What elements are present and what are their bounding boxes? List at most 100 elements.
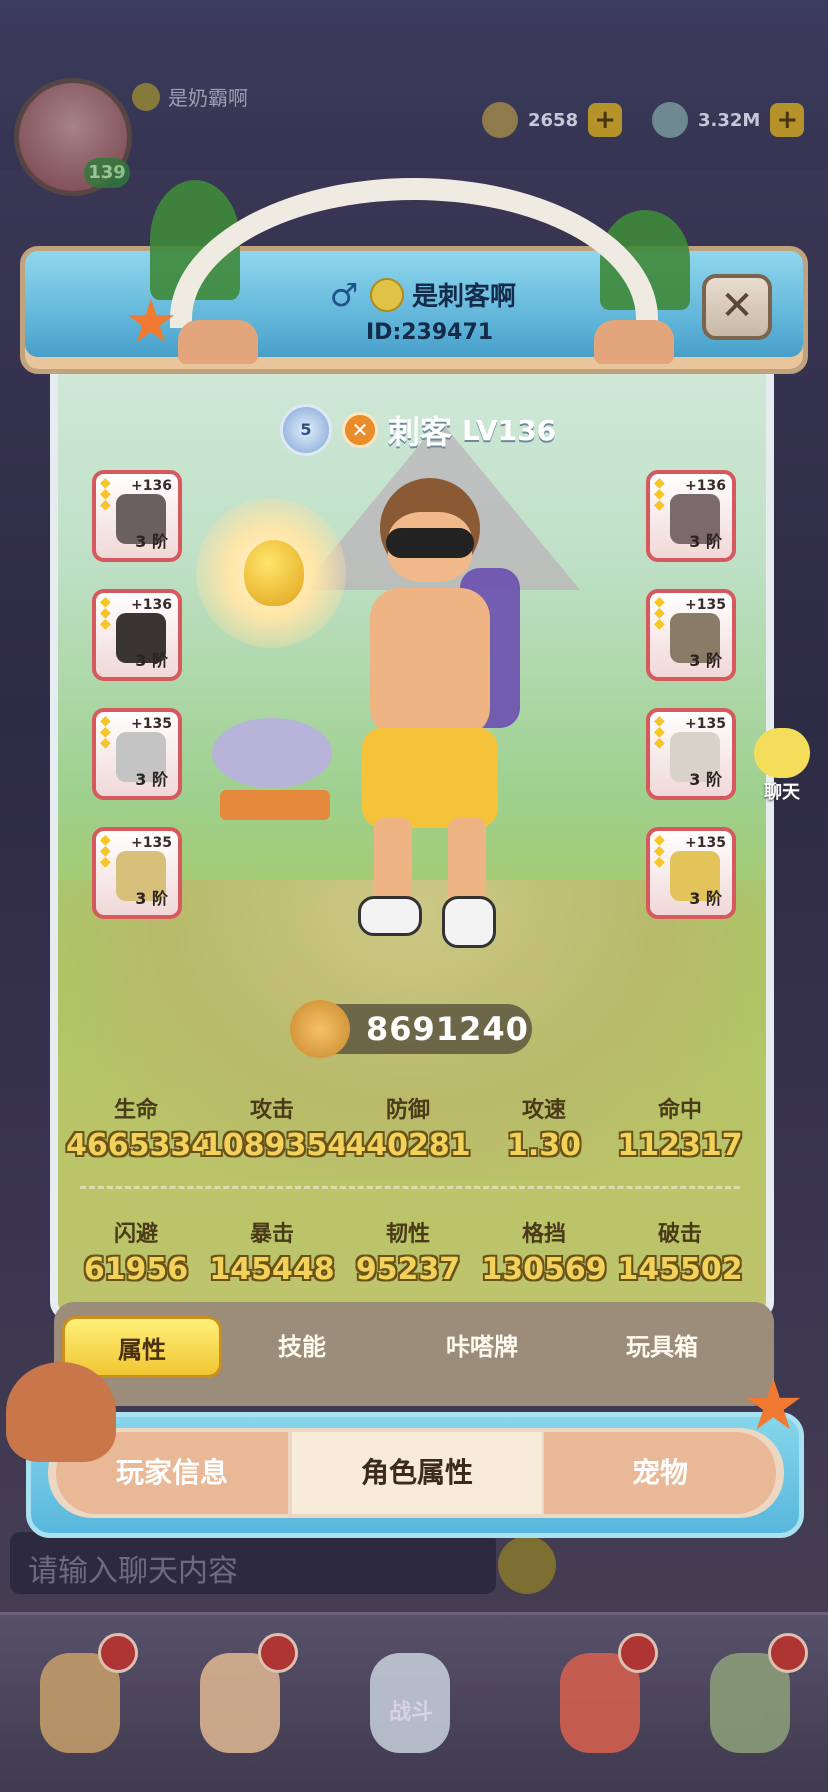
equip-tier: 3 阶 xyxy=(689,770,722,789)
currency-shells-value: 2658 xyxy=(528,109,579,131)
notification-bell-icon xyxy=(98,1633,138,1673)
hero-shorts xyxy=(362,728,498,828)
stat-label: 命中 xyxy=(657,1098,702,1123)
stat-accuracy: 命中 112317 xyxy=(610,1092,750,1163)
equip-enhance: +135 xyxy=(685,835,726,851)
stat-label: 闪避 xyxy=(113,1222,158,1247)
equip-tier: 3 阶 xyxy=(135,651,168,670)
chat-bubble-icon xyxy=(754,728,810,778)
nav-slot-5[interactable] xyxy=(690,1633,810,1763)
character-face-icon xyxy=(370,277,404,312)
stat-toughness: 韧性 95237 xyxy=(338,1216,478,1287)
tab-toybox[interactable]: 玩具箱 xyxy=(582,1316,742,1378)
hero-shoe-left xyxy=(358,896,422,936)
hero-character[interactable] xyxy=(330,478,530,948)
equip-tier: 3 阶 xyxy=(135,532,168,551)
tab-character-attributes[interactable]: 角色属性 xyxy=(292,1432,542,1514)
player-name: 是奶霸啊 xyxy=(168,86,248,110)
stat-label: 生命 xyxy=(113,1098,158,1123)
rarity-stars-icon: ◆ ◆ ◆ xyxy=(654,713,665,751)
hero-shoe-right xyxy=(442,896,496,948)
equip-enhance: +136 xyxy=(685,478,726,494)
stat-value: 1.30 xyxy=(506,1128,582,1163)
chat-button[interactable]: 聊天 xyxy=(744,728,820,803)
character-title: ♂ 是刺客啊 xyxy=(326,276,516,313)
hermit-crab-icon xyxy=(6,1362,116,1462)
add-pearls-button[interactable]: + xyxy=(770,103,805,137)
player-face-icon xyxy=(132,82,160,111)
chat-input[interactable]: 请输入聊天内容 xyxy=(10,1532,496,1594)
rarity-stars-icon: ◆ ◆ ◆ xyxy=(100,713,111,751)
pearl-currency-icon xyxy=(652,102,688,138)
fruit-pet[interactable] xyxy=(244,540,304,606)
stat-value: 145502 xyxy=(617,1252,743,1287)
equip-tier: 3 阶 xyxy=(135,770,168,789)
starfish-icon: ★ xyxy=(124,287,178,357)
rarity-stars-icon: ◆ ◆ ◆ xyxy=(654,832,665,870)
rarity-stars-icon: ◆ ◆ ◆ xyxy=(100,594,111,632)
stat-attack-speed: 攻速 1.30 xyxy=(474,1092,614,1163)
male-icon: ♂ xyxy=(329,275,359,314)
rarity-stars-icon: ◆ ◆ ◆ xyxy=(654,594,665,632)
hero-torso xyxy=(370,588,490,738)
add-shells-button[interactable]: + xyxy=(588,103,623,137)
equip-slot-right-3[interactable]: ◆ ◆ ◆ +135 3 阶 xyxy=(646,708,736,800)
equip-tier: 3 阶 xyxy=(135,889,168,908)
equip-enhance: +135 xyxy=(131,835,172,851)
pet-bench xyxy=(220,790,330,820)
stat-value: 95237 xyxy=(355,1252,461,1287)
equip-enhance: +136 xyxy=(131,478,172,494)
hypno-glasses xyxy=(386,528,474,558)
class-level: LV136 xyxy=(462,413,557,447)
stat-crit: 暴击 145448 xyxy=(202,1216,342,1287)
notification-bell-icon xyxy=(768,1633,808,1673)
stat-value: 440281 xyxy=(345,1128,471,1163)
stat-value: 4665334 xyxy=(66,1128,213,1163)
player-name-area: 是奶霸啊 xyxy=(132,82,248,111)
equip-slot-right-2[interactable]: ◆ ◆ ◆ +135 3 阶 xyxy=(646,589,736,681)
equip-tier: 3 阶 xyxy=(689,889,722,908)
nav-slot-2[interactable] xyxy=(180,1633,300,1763)
stat-block: 格挡 130569 xyxy=(474,1216,614,1287)
stat-label: 攻击 xyxy=(249,1098,294,1123)
stat-value: 130569 xyxy=(481,1252,607,1287)
equip-enhance: +136 xyxy=(131,597,172,613)
stat-break: 破击 145502 xyxy=(610,1216,750,1287)
equip-slot-left-3[interactable]: ◆ ◆ ◆ +135 3 阶 xyxy=(92,708,182,800)
close-button[interactable]: ✕ xyxy=(702,274,772,340)
combat-power-value: 8691240 xyxy=(366,1010,529,1048)
equip-slot-right-4[interactable]: ◆ ◆ ◆ +135 3 阶 xyxy=(646,827,736,919)
cat-pet[interactable] xyxy=(212,718,332,788)
shell-currency-icon xyxy=(482,102,518,138)
rarity-stars-icon: ◆ ◆ ◆ xyxy=(654,475,665,513)
hero-leg-right xyxy=(448,818,486,908)
notification-bell-icon xyxy=(258,1633,298,1673)
assassin-class-icon: ✕ xyxy=(342,412,378,448)
equip-slot-right-1[interactable]: ◆ ◆ ◆ +136 3 阶 xyxy=(646,470,736,562)
tab-cards[interactable]: 咔嗒牌 xyxy=(402,1316,562,1378)
equip-enhance: +135 xyxy=(131,716,172,732)
equip-tier: 3 阶 xyxy=(689,532,722,551)
nav-battle-label: 战斗 xyxy=(389,1700,434,1725)
rarity-stars-icon: ◆ ◆ ◆ xyxy=(100,832,111,870)
chat-label: 聊天 xyxy=(764,782,800,803)
equip-tier: 3 阶 xyxy=(689,651,722,670)
equip-slot-left-1[interactable]: ◆ ◆ ◆ +136 3 阶 xyxy=(92,470,182,562)
nav-slot-1[interactable] xyxy=(20,1633,140,1763)
stat-label: 暴击 xyxy=(249,1222,294,1247)
rank-badge: 5 xyxy=(280,404,332,456)
stat-value: 145448 xyxy=(209,1252,335,1287)
muscle-icon xyxy=(290,1000,350,1058)
equip-slot-left-4[interactable]: ◆ ◆ ◆ +135 3 阶 xyxy=(92,827,182,919)
nav-slot-4[interactable] xyxy=(540,1633,660,1763)
hero-leg-left xyxy=(374,818,412,908)
tab-skills[interactable]: 技能 xyxy=(222,1316,382,1378)
combat-power: 8691240 xyxy=(290,1000,532,1058)
rock-left xyxy=(178,320,258,364)
stat-defense: 防御 440281 xyxy=(338,1092,478,1163)
notification-bell-icon xyxy=(618,1633,658,1673)
stat-label: 破击 xyxy=(657,1222,702,1247)
emoji-button[interactable] xyxy=(498,1536,556,1594)
equip-slot-left-2[interactable]: ◆ ◆ ◆ +136 3 阶 xyxy=(92,589,182,681)
stat-value: 61956 xyxy=(83,1252,189,1287)
